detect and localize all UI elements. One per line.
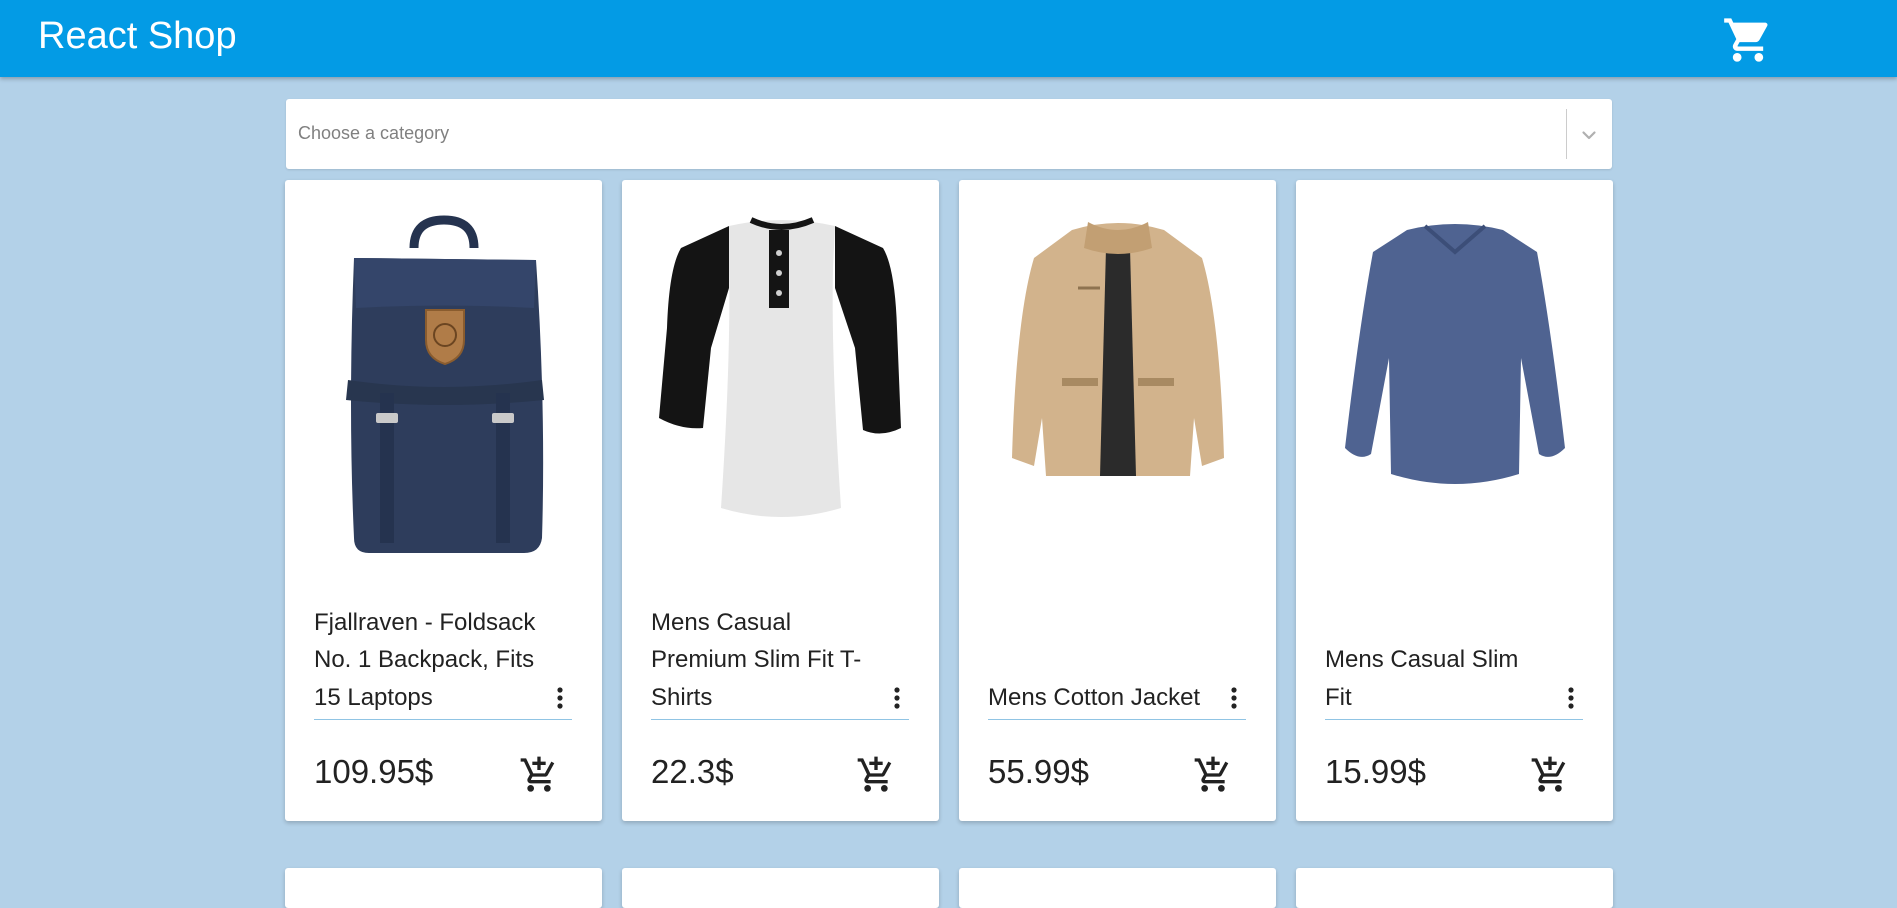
- product-title: Mens Casual Slim Fit: [1325, 646, 1519, 711]
- product-price: 22.3$: [651, 753, 734, 790]
- product-price: 15.99$: [1325, 753, 1426, 790]
- add-to-cart-button[interactable]: [519, 755, 559, 795]
- title-underline: [988, 719, 1246, 720]
- add-to-cart-button[interactable]: [1530, 755, 1570, 795]
- add-shopping-cart-icon: [857, 756, 892, 792]
- shopping-cart-icon: [1724, 18, 1768, 62]
- add-shopping-cart-icon: [1531, 756, 1566, 792]
- title-underline: [651, 719, 909, 720]
- product-title-row: Mens Cotton Jacket: [988, 570, 1246, 720]
- add-shopping-cart-icon: [1194, 756, 1229, 792]
- long-sleeve-shirt-image: [1345, 224, 1565, 484]
- more-options-button[interactable]: [885, 684, 909, 712]
- add-to-cart-button[interactable]: [1193, 755, 1233, 795]
- add-shopping-cart-icon: [520, 756, 555, 792]
- more-options-button[interactable]: [1559, 684, 1583, 712]
- product-card: Mens Cotton Jacket 55.99$: [959, 180, 1276, 821]
- cart-button[interactable]: [1720, 14, 1776, 66]
- title-underline: [1325, 719, 1583, 720]
- product-title-row: Mens Casual Premium Slim Fit T-Shirts: [651, 570, 909, 720]
- more-vert-icon: [1231, 687, 1237, 709]
- title-underline: [314, 719, 572, 720]
- product-title-row: Mens Casual Slim Fit: [1325, 570, 1583, 720]
- more-vert-icon: [894, 687, 900, 709]
- product-card: Mens Casual Slim Fit 15.99$: [1296, 180, 1613, 821]
- product-price: 109.95$: [314, 753, 434, 790]
- tshirt-image: [659, 217, 901, 517]
- product-title-row: Fjallraven - Foldsack No. 1 Backpack, Fi…: [314, 570, 572, 720]
- product-title: Mens Cotton Jacket: [988, 683, 1201, 711]
- product-card-partial: [622, 868, 939, 908]
- product-card: Fjallraven - Foldsack No. 1 Backpack, Fi…: [285, 180, 602, 821]
- product-grid: Fjallraven - Foldsack No. 1 Backpack, Fi…: [0, 0, 1897, 908]
- product-card-partial: [1296, 868, 1613, 908]
- more-options-button[interactable]: [548, 684, 572, 712]
- product-card-partial: [959, 868, 1276, 908]
- app-title: React Shop: [38, 15, 237, 57]
- more-vert-icon: [1568, 687, 1574, 709]
- product-title: Fjallraven - Foldsack No. 1 Backpack, Fi…: [314, 608, 536, 711]
- backpack-image: [346, 215, 544, 553]
- product-price: 55.99$: [988, 753, 1089, 790]
- product-card-partial: [285, 868, 602, 908]
- more-options-button[interactable]: [1222, 684, 1246, 712]
- product-card: Mens Casual Premium Slim Fit T-Shirts 22…: [622, 180, 939, 821]
- more-vert-icon: [557, 687, 563, 709]
- add-to-cart-button[interactable]: [856, 755, 896, 795]
- product-title: Mens Casual Premium Slim Fit T-Shirts: [651, 608, 862, 711]
- app-bar: React Shop: [0, 0, 1897, 77]
- jacket-image: [1012, 222, 1224, 476]
